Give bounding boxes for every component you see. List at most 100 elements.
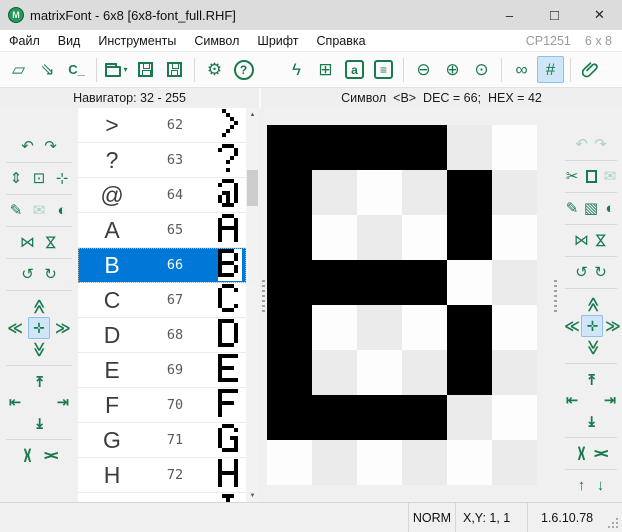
zoom-fit-button[interactable]: ⊙ xyxy=(468,56,495,83)
settings-button[interactable]: ⚙ xyxy=(201,56,228,83)
pixel-cell[interactable] xyxy=(492,125,537,170)
pixel-cell[interactable] xyxy=(492,440,537,485)
invert-button[interactable]: ◐ xyxy=(51,200,74,221)
menu-tools[interactable]: Инструменты xyxy=(89,34,185,48)
pixel-cell[interactable] xyxy=(267,440,312,485)
flip-horizontal-button[interactable]: ⋈ xyxy=(16,232,39,253)
clear-symbol-button[interactable]: ✎ xyxy=(5,200,28,221)
navigator-row[interactable]: D68 xyxy=(78,318,246,353)
navigator-row[interactable]: A65 xyxy=(78,213,246,248)
flip-horizontal-button[interactable]: ⋈ xyxy=(572,230,591,251)
pixel-cell[interactable] xyxy=(492,350,537,395)
shift-up-button[interactable]: ≪ xyxy=(583,294,602,315)
navigator-row[interactable]: >62 xyxy=(78,108,246,143)
squeeze-horizontal-button[interactable]: ⟩⟨ xyxy=(572,443,591,464)
pixel-cell[interactable] xyxy=(357,215,402,260)
pixel-cell[interactable] xyxy=(312,305,357,350)
link-symbols-button[interactable] xyxy=(577,56,604,83)
navigator-row[interactable]: ?63 xyxy=(78,143,246,178)
pixel-cell[interactable] xyxy=(447,305,492,350)
pixel-cell[interactable] xyxy=(492,395,537,440)
pixel-cell[interactable] xyxy=(267,125,312,170)
pixel-cell[interactable] xyxy=(312,440,357,485)
pixel-cell[interactable] xyxy=(267,395,312,440)
shift-down-button[interactable]: ≫ xyxy=(583,337,602,358)
pixel-cell[interactable] xyxy=(267,350,312,395)
redo-button[interactable]: ↷ xyxy=(39,136,62,157)
undo-button[interactable]: ↶ xyxy=(572,134,591,155)
pixel-cell[interactable] xyxy=(312,260,357,305)
invert-button[interactable]: ◐ xyxy=(601,198,620,219)
align-left-button[interactable]: ⇤ xyxy=(4,392,27,413)
pixel-cell[interactable] xyxy=(492,305,537,350)
redo-button[interactable]: ↷ xyxy=(591,134,610,155)
squeeze-vertical-button[interactable]: ⟩⟨ xyxy=(39,445,62,466)
pixel-cell[interactable] xyxy=(492,215,537,260)
cut-button[interactable]: ✂ xyxy=(563,166,582,187)
scroll-down-button[interactable]: ▼ xyxy=(246,489,259,502)
pixel-cell[interactable] xyxy=(357,395,402,440)
crop-button[interactable]: ⊡ xyxy=(28,168,51,189)
flip-vertical-button[interactable]: ⋈ xyxy=(591,230,610,251)
minimize-button[interactable]: – xyxy=(487,0,532,30)
navigator-row[interactable]: I73 xyxy=(78,493,246,502)
move-mode-button[interactable]: ✛ xyxy=(28,317,50,339)
undo-button[interactable]: ↶ xyxy=(16,136,39,157)
shift-down-button[interactable]: ≫ xyxy=(27,339,50,360)
flip-vertical-button[interactable]: ⋈ xyxy=(39,232,62,253)
align-bottom-button[interactable]: ⇥ xyxy=(27,413,50,434)
pixel-cell[interactable] xyxy=(312,125,357,170)
pixel-cell[interactable] xyxy=(402,215,447,260)
pixel-cell[interactable] xyxy=(447,125,492,170)
navigator-scrollbar[interactable]: ▲ ▼ xyxy=(246,108,259,502)
pixel-cell[interactable] xyxy=(357,350,402,395)
pixel-cell[interactable] xyxy=(447,440,492,485)
insert-image-button[interactable]: ▧ xyxy=(582,198,601,219)
pixel-cell[interactable] xyxy=(447,395,492,440)
paste-button[interactable]: ✉ xyxy=(28,200,51,221)
pixel-cell[interactable] xyxy=(357,260,402,305)
preview-text-button[interactable]: ≡ xyxy=(370,56,397,83)
paste-button[interactable]: ✉ xyxy=(601,166,620,187)
pixel-cell[interactable] xyxy=(492,260,537,305)
align-right-button[interactable]: ⇥ xyxy=(601,390,620,411)
pixel-cell[interactable] xyxy=(402,125,447,170)
navigator-row[interactable]: B66 xyxy=(78,248,246,283)
move-mode-button[interactable]: ✛ xyxy=(581,315,603,337)
symbols-map-button[interactable]: ⊞ xyxy=(312,56,339,83)
pixel-cell[interactable] xyxy=(267,215,312,260)
pixel-cell[interactable] xyxy=(402,395,447,440)
save-font-as-button[interactable] xyxy=(161,56,188,83)
scroll-up-button[interactable]: ▲ xyxy=(246,108,259,121)
toggle-grid-button[interactable]: # xyxy=(537,56,564,83)
menu-symbol[interactable]: Символ xyxy=(185,34,248,48)
copy-button[interactable] xyxy=(582,166,601,187)
shift-left-button[interactable]: ≪ xyxy=(4,318,27,339)
new-from-code-button[interactable]: C_ xyxy=(63,56,90,83)
pixel-cell[interactable] xyxy=(447,350,492,395)
pixel-cell[interactable] xyxy=(447,170,492,215)
maximize-button[interactable]: □ xyxy=(532,0,577,30)
pixel-cell[interactable] xyxy=(447,215,492,260)
shift-right-button[interactable]: ≫ xyxy=(51,318,74,339)
navigator-row[interactable]: @64 xyxy=(78,178,246,213)
pixel-cell[interactable] xyxy=(402,440,447,485)
zoom-out-button[interactable]: ⊖ xyxy=(410,56,437,83)
scrollbar-track[interactable] xyxy=(246,121,259,489)
shift-right-button[interactable]: ≫ xyxy=(603,316,622,337)
shift-up-button[interactable]: ≪ xyxy=(27,296,50,317)
scrollbar-thumb[interactable] xyxy=(247,170,258,206)
pixel-cell[interactable] xyxy=(312,350,357,395)
resize-canvas-button[interactable]: ⊹ xyxy=(51,168,74,189)
pixel-cell[interactable] xyxy=(402,170,447,215)
pixel-cell[interactable] xyxy=(357,440,402,485)
pixel-cell[interactable] xyxy=(357,125,402,170)
rotate-right-button[interactable]: ↻ xyxy=(39,264,62,285)
preview-window-button[interactable]: ∞ xyxy=(508,56,535,83)
rotate-left-button[interactable]: ↺ xyxy=(572,262,591,283)
menu-font[interactable]: Шрифт xyxy=(248,34,307,48)
rotate-left-button[interactable]: ↺ xyxy=(16,264,39,285)
pixel-cell[interactable] xyxy=(357,305,402,350)
preview-letter-button[interactable]: a xyxy=(341,56,368,83)
shift-left-button[interactable]: ≪ xyxy=(562,316,581,337)
